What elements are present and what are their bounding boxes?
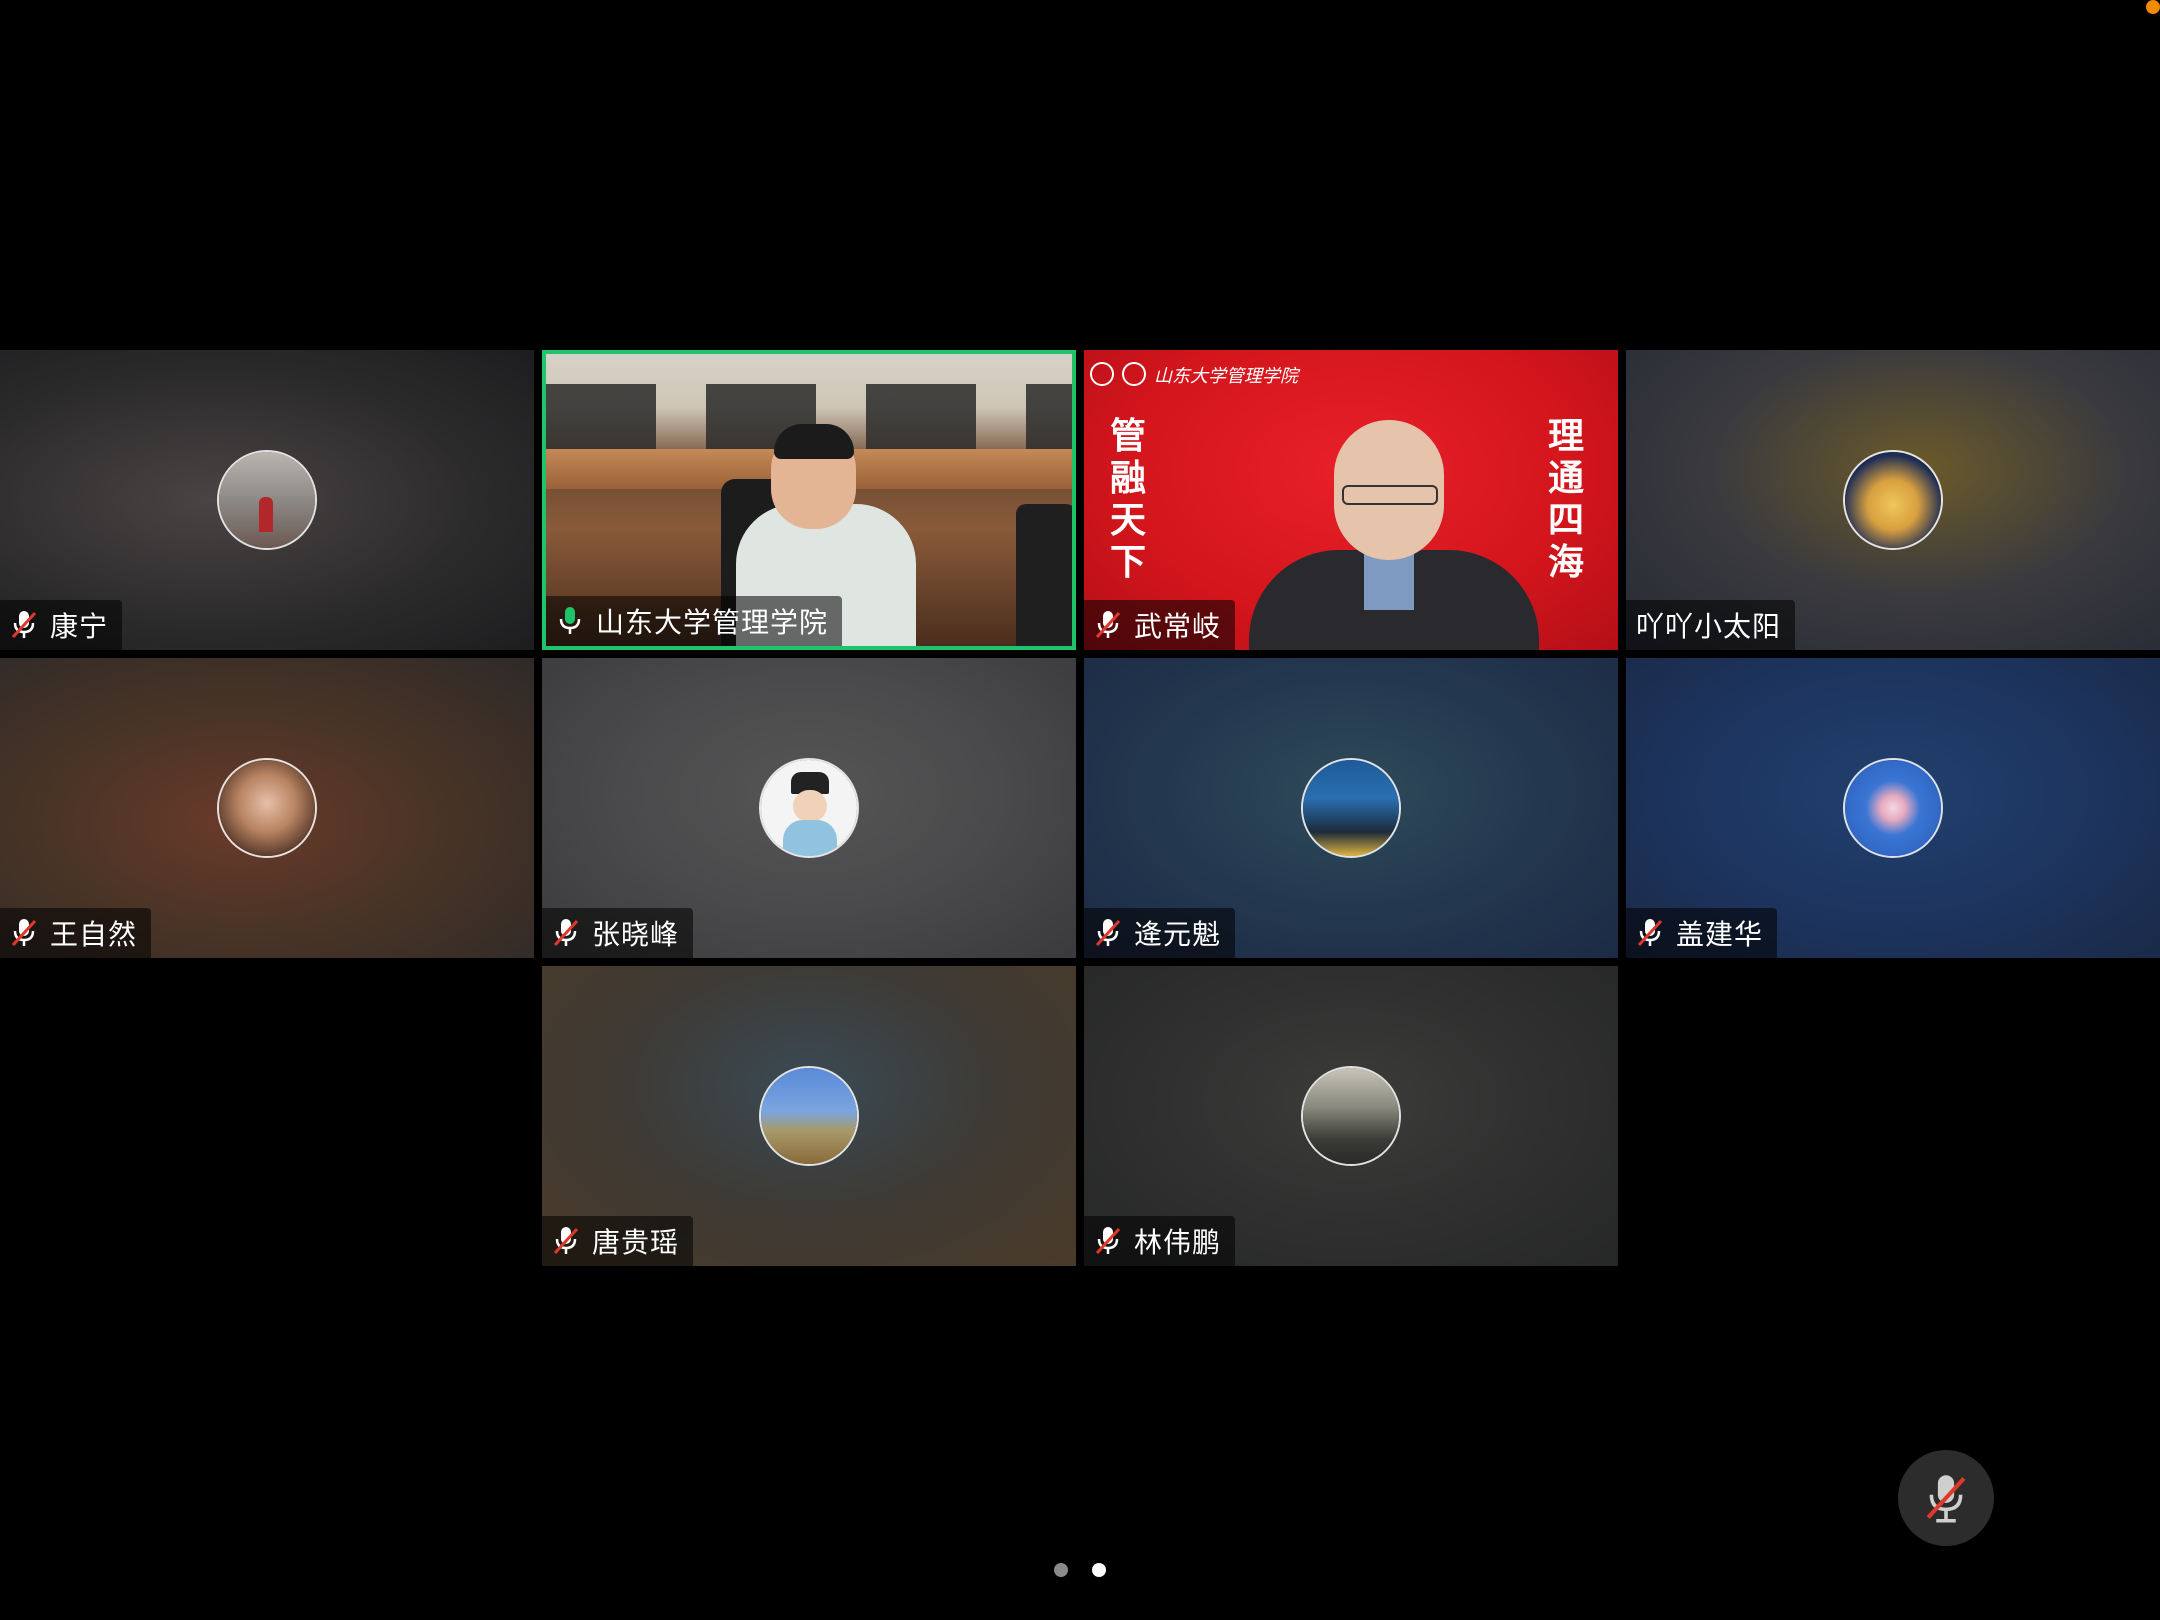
- participant-name-label: 逄元魁: [1084, 908, 1236, 958]
- page-dot-1[interactable]: [1054, 1563, 1068, 1577]
- speaker-glasses: [1342, 485, 1438, 505]
- avatar: [1843, 450, 1943, 550]
- participant-tile-wuchangqi[interactable]: 山东大学管理学院 管融天下 理通四海 武常岐: [1084, 350, 1618, 650]
- participant-tile-linweipeng[interactable]: 林伟鹏: [1084, 966, 1618, 1266]
- avatar: [759, 1066, 859, 1166]
- participant-tile-pangyuankui[interactable]: 逄元魁: [1084, 658, 1618, 958]
- participant-name: 唐贵瑶: [592, 1226, 680, 1259]
- page-dot-2-current[interactable]: [1092, 1563, 1106, 1577]
- participant-name: 吖吖小太阳: [1636, 610, 1782, 643]
- participant-name-label: 张晓峰: [542, 908, 694, 958]
- mute-toggle-button[interactable]: [1898, 1450, 1994, 1546]
- avatar: [217, 758, 317, 858]
- avatar: [1301, 758, 1401, 858]
- participant-name: 盖建华: [1676, 918, 1764, 951]
- microphone-muted-icon: [1095, 919, 1121, 947]
- avatar: [217, 450, 317, 550]
- participant-name: 林伟鹏: [1134, 1226, 1222, 1259]
- participant-tile-zhangxiaofeng[interactable]: 张晓峰: [542, 658, 1076, 958]
- avatar: [759, 758, 859, 858]
- participant-tile-wangziran[interactable]: 王自然: [0, 658, 534, 958]
- participant-name: 逄元魁: [1134, 918, 1222, 951]
- avatar: [1301, 1066, 1401, 1166]
- avatar: [1843, 758, 1943, 858]
- participant-name: 山东大学管理学院: [596, 606, 829, 639]
- participant-name-label: 盖建华: [1626, 908, 1778, 958]
- microphone-muted-icon: [1926, 1475, 1966, 1523]
- microphone-muted-icon: [553, 919, 579, 947]
- participant-tile-gaijianhua[interactable]: 盖建华: [1626, 658, 2160, 958]
- logo-seal-icon: [1122, 362, 1146, 386]
- microphone-muted-icon: [1095, 1227, 1121, 1255]
- participant-name: 康宁: [50, 610, 109, 643]
- microphone-active-icon: [559, 607, 581, 634]
- microphone-muted-icon: [1637, 919, 1663, 947]
- participant-name-label: 武常岐: [1084, 600, 1236, 650]
- participant-tile-yayaxiaotaiyang[interactable]: 吖吖小太阳: [1626, 350, 2160, 650]
- participant-name-label: 王自然: [0, 908, 152, 958]
- microphone-muted-icon: [11, 611, 37, 639]
- participant-name: 武常岐: [1134, 610, 1222, 643]
- participant-name-label: 林伟鹏: [1084, 1216, 1236, 1266]
- participant-name-label: 山东大学管理学院: [546, 596, 843, 646]
- banner-left-text: 管融天下: [1109, 415, 1146, 583]
- participant-name: 王自然: [50, 918, 138, 951]
- page-indicator[interactable]: [1054, 1563, 1106, 1577]
- logo-seal-icon: [1090, 362, 1114, 386]
- participant-name: 张晓峰: [592, 918, 680, 951]
- participant-tile-tangguiyao[interactable]: 唐贵瑶: [542, 966, 1076, 1266]
- banner-right-text: 理通四海: [1547, 415, 1584, 583]
- participant-tile-sdu-management[interactable]: 山东大学管理学院: [542, 350, 1076, 650]
- participant-name-label: 康宁: [0, 600, 123, 650]
- microphone-muted-icon: [1095, 611, 1121, 639]
- microphone-muted-icon: [553, 1227, 579, 1255]
- recording-indicator-icon: [2146, 0, 2160, 14]
- microphone-muted-icon: [11, 919, 37, 947]
- participant-tile-kangning[interactable]: 康宁: [0, 350, 534, 650]
- participant-name-label: 唐贵瑶: [542, 1216, 694, 1266]
- logo-text: 山东大学管理学院: [1154, 366, 1298, 387]
- participant-name-label: 吖吖小太阳: [1626, 600, 1796, 650]
